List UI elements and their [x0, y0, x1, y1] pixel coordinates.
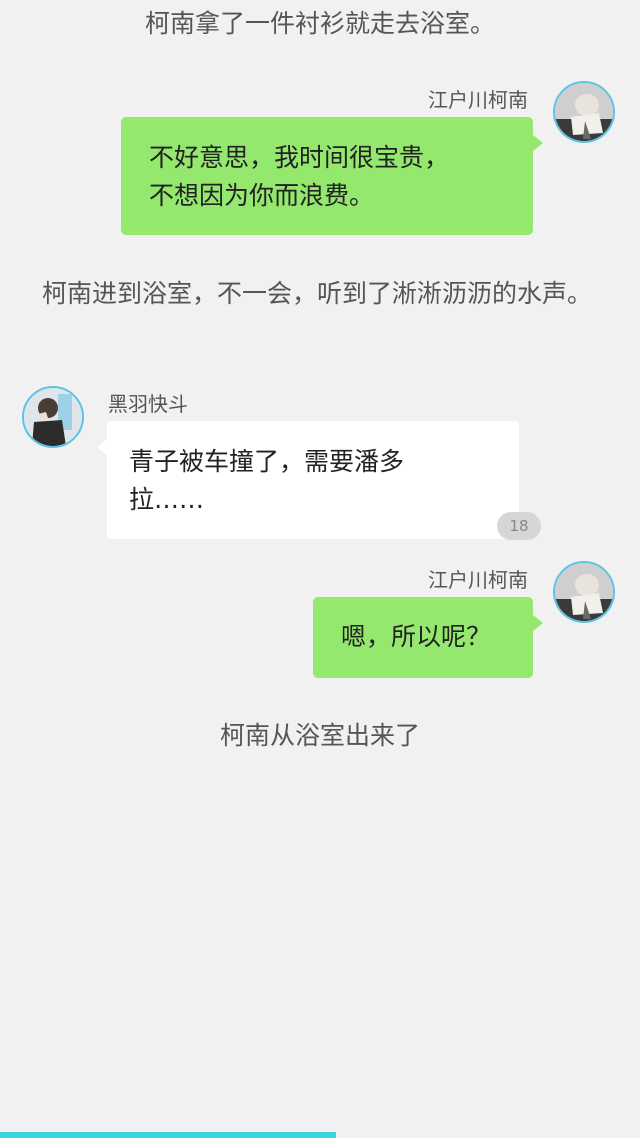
comment-count-badge[interactable]: 18: [497, 512, 541, 540]
narration-line-1: 柯南拿了一件衬衫就走去浴室。: [144, 9, 495, 38]
narration-line-2: 柯南进到浴室，不一会，听到了淅淅沥沥的水声。: [42, 279, 593, 308]
kaito-avatar-icon[interactable]: [22, 386, 84, 448]
message-line: 拉……: [129, 485, 205, 514]
message-line: 不想因为你而浪费。: [149, 181, 375, 210]
reading-progress-fill: [0, 1132, 336, 1138]
sender-name: 江户川柯南: [428, 88, 528, 112]
message-line: 嗯，所以呢？: [341, 622, 492, 651]
message-bubble[interactable]: 不好意思，我时间很宝贵， 不想因为你而浪费。: [121, 117, 543, 235]
sender-name: 江户川柯南: [428, 568, 528, 592]
message-bubble[interactable]: 嗯，所以呢？: [313, 597, 543, 678]
narration-line-3: 柯南从浴室出来了: [219, 721, 420, 750]
message-bubble[interactable]: 青子被车撞了，需要潘多 拉……: [97, 421, 519, 539]
reading-progress-bar: [0, 1132, 640, 1138]
conan-avatar-icon[interactable]: [553, 561, 615, 623]
sender-name: 黑羽快斗: [108, 392, 188, 416]
message-line: 不好意思，我时间很宝贵，: [149, 143, 450, 172]
message-line: 青子被车撞了，需要潘多: [129, 447, 405, 476]
conan-avatar-icon[interactable]: [553, 81, 615, 143]
